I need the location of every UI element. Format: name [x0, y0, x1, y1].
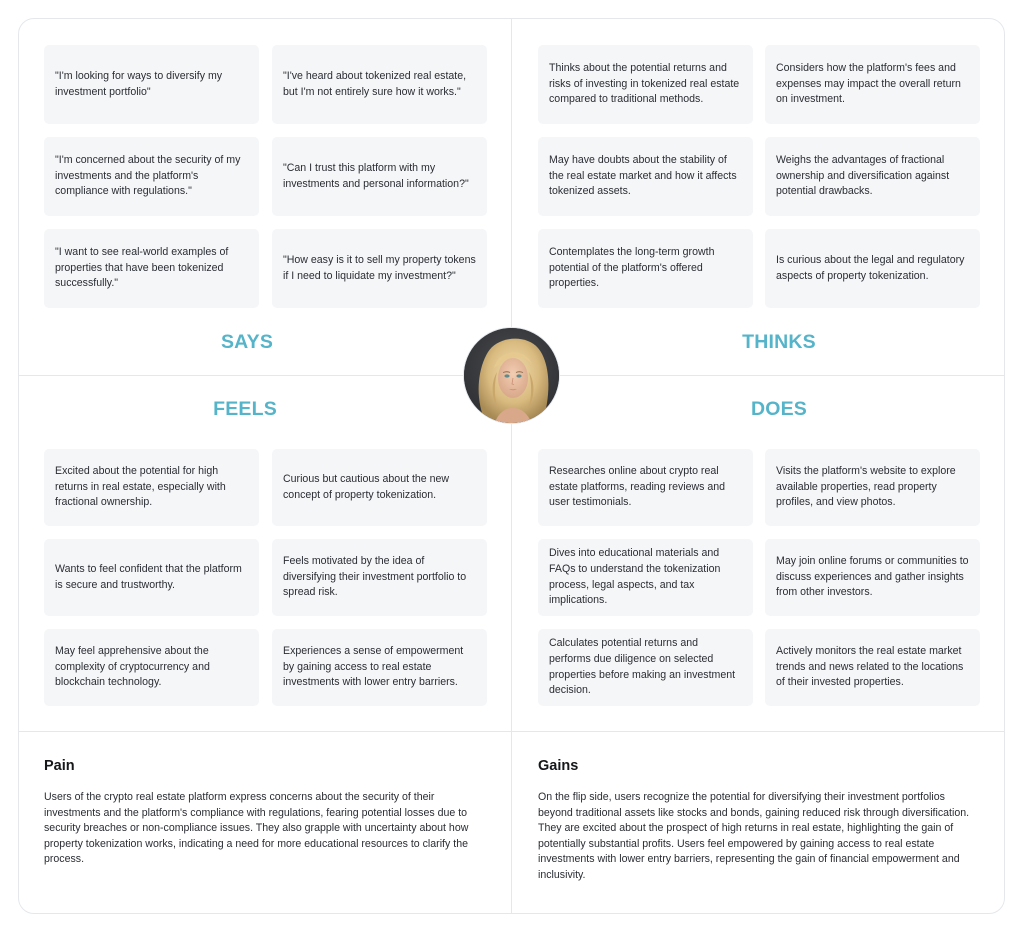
- feels-card: Feels motivated by the idea of diversify…: [272, 539, 487, 616]
- card-text: Thinks about the potential returns and r…: [549, 62, 740, 106]
- thinks-card: May have doubts about the stability of t…: [538, 137, 753, 216]
- persona-portrait-icon: [464, 328, 559, 423]
- card-text: Curious but cautious about the new conce…: [283, 472, 450, 501]
- card-text: Dives into educational materials and FAQ…: [549, 547, 721, 607]
- card-text: Considers how the platform's fees and ex…: [776, 62, 961, 106]
- card-text: Calculates potential returns and perform…: [549, 637, 736, 697]
- card-text: "How easy is it to sell my property toke…: [283, 253, 476, 282]
- card-text: May join online forums or communities to…: [776, 555, 969, 599]
- card-text: Contemplates the long-term growth potent…: [549, 246, 715, 290]
- says-card: "I'm looking for ways to diversify my in…: [44, 45, 259, 124]
- card-text: Wants to feel confident that the platfor…: [55, 562, 242, 591]
- does-title: DOES: [750, 398, 808, 420]
- card-text: Is curious about the legal and regulator…: [776, 253, 965, 282]
- vertical-divider: [511, 19, 512, 913]
- card-text: Weighs the advantages of fractional owne…: [776, 154, 950, 198]
- pain-title: Pain: [44, 758, 75, 774]
- card-text: Researches online about crypto real esta…: [549, 465, 726, 509]
- does-card: Researches online about crypto real esta…: [538, 449, 753, 526]
- card-text: "I'm looking for ways to diversify my in…: [55, 69, 223, 98]
- card-text: May feel apprehensive about the complexi…: [55, 645, 210, 689]
- card-text: Feels motivated by the idea of diversify…: [283, 555, 467, 599]
- feels-card: Wants to feel confident that the platfor…: [44, 539, 259, 616]
- says-card: "I want to see real-world examples of pr…: [44, 229, 259, 308]
- says-card: "Can I trust this platform with my inves…: [272, 137, 487, 216]
- gains-text: On the flip side, users recognize the po…: [538, 791, 970, 881]
- card-text: "I'm concerned about the security of my …: [55, 154, 241, 198]
- card-text: Visits the platform's website to explore…: [776, 465, 956, 509]
- says-card: "How easy is it to sell my property toke…: [272, 229, 487, 308]
- persona-avatar: [463, 327, 560, 424]
- feels-card: May feel apprehensive about the complexi…: [44, 629, 259, 706]
- thinks-card: Thinks about the potential returns and r…: [538, 45, 753, 124]
- card-text: "I want to see real-world examples of pr…: [55, 246, 229, 290]
- pain-text: Users of the crypto real estate platform…: [44, 791, 469, 866]
- does-card: Dives into educational materials and FAQ…: [538, 539, 753, 616]
- does-card: May join online forums or communities to…: [765, 539, 980, 616]
- card-text: May have doubts about the stability of t…: [549, 154, 737, 198]
- card-text: "I've heard about tokenized real estate,…: [283, 69, 467, 98]
- thinks-card: Is curious about the legal and regulator…: [765, 229, 980, 308]
- gains-title: Gains: [538, 758, 579, 774]
- says-card: "I've heard about tokenized real estate,…: [272, 45, 487, 124]
- thinks-title: THINKS: [742, 331, 816, 353]
- says-card: "I'm concerned about the security of my …: [44, 137, 259, 216]
- feels-title: FEELS: [213, 398, 277, 420]
- does-card: Actively monitors the real estate market…: [765, 629, 980, 706]
- says-title: SAYS: [220, 331, 274, 353]
- card-text: Experiences a sense of empowerment by ga…: [283, 645, 464, 689]
- does-card: Calculates potential returns and perform…: [538, 629, 753, 706]
- thinks-card: Weighs the advantages of fractional owne…: [765, 137, 980, 216]
- empathy-map-board: "I'm looking for ways to diversify my in…: [18, 18, 1005, 914]
- feels-card: Curious but cautious about the new conce…: [272, 449, 487, 526]
- horizontal-divider-bottom: [19, 731, 1004, 732]
- card-text: Actively monitors the real estate market…: [776, 645, 964, 689]
- thinks-card: Contemplates the long-term growth potent…: [538, 229, 753, 308]
- thinks-card: Considers how the platform's fees and ex…: [765, 45, 980, 124]
- feels-card: Experiences a sense of empowerment by ga…: [272, 629, 487, 706]
- feels-card: Excited about the potential for high ret…: [44, 449, 259, 526]
- card-text: "Can I trust this platform with my inves…: [283, 161, 469, 190]
- card-text: Excited about the potential for high ret…: [55, 465, 226, 509]
- does-card: Visits the platform's website to explore…: [765, 449, 980, 526]
